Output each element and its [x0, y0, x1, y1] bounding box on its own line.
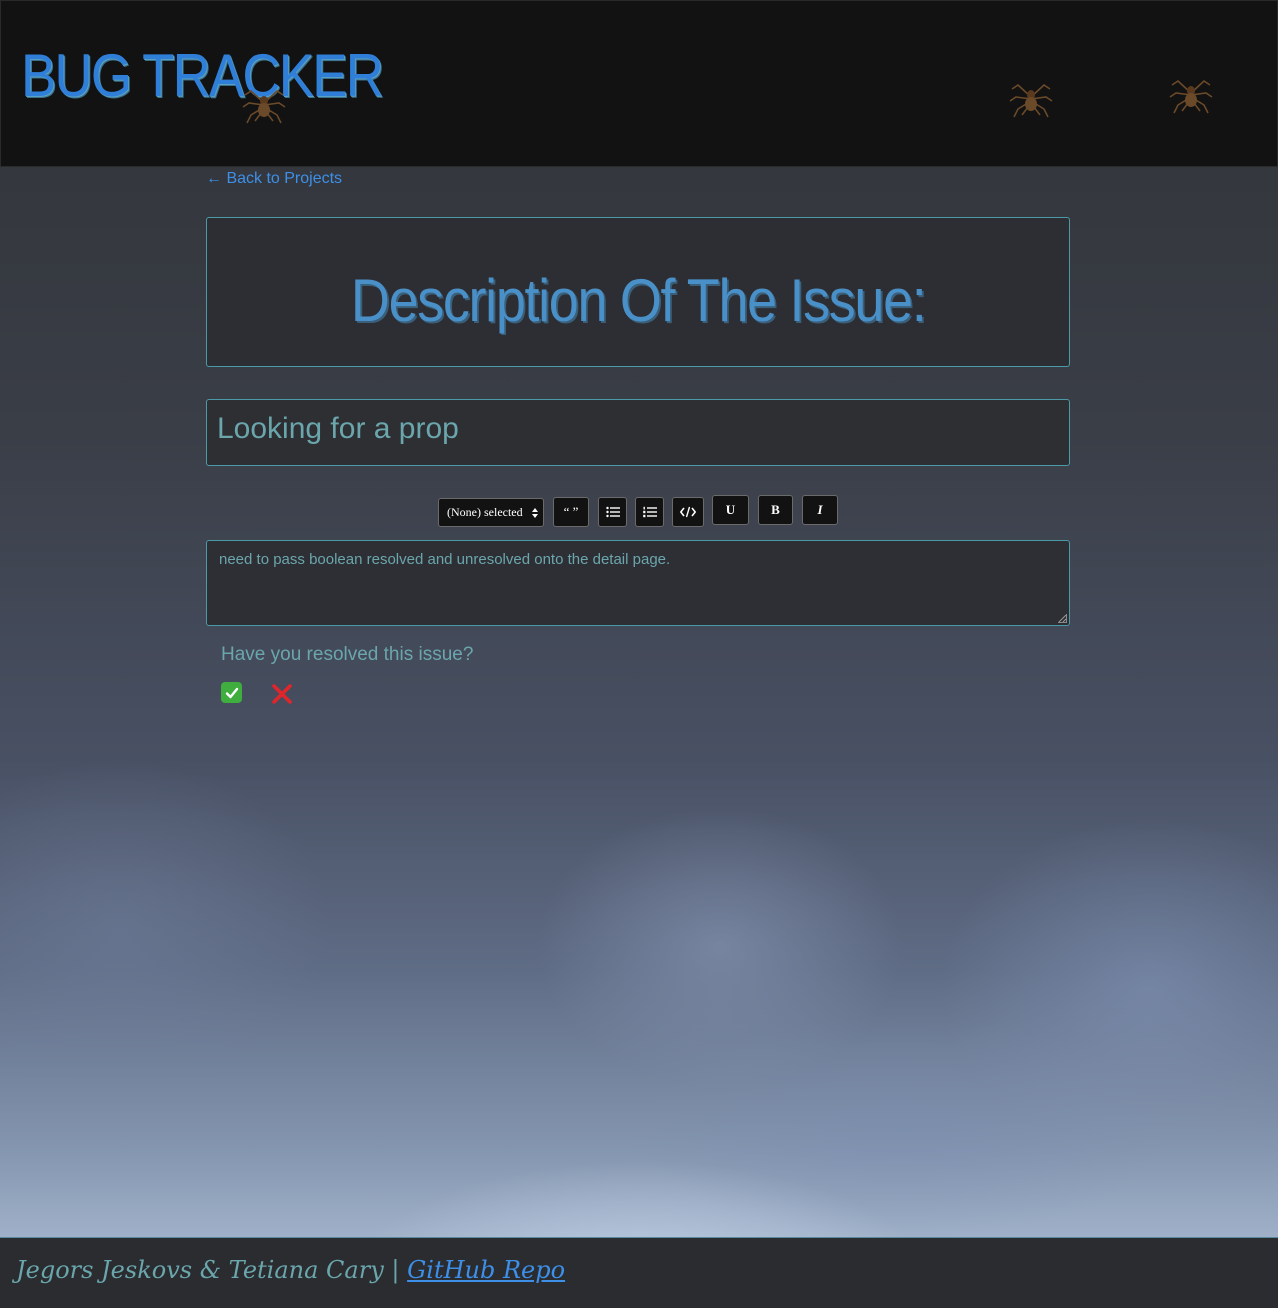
code-block-button[interactable]: [672, 497, 704, 527]
site-header: BUG TRACKER: [0, 0, 1278, 167]
italic-button[interactable]: I: [802, 495, 838, 525]
spider-icon: [242, 89, 286, 124]
italic-icon: I: [817, 502, 823, 517]
bullet-list-button[interactable]: [598, 497, 627, 527]
back-to-projects-link[interactable]: ← Back to Projects: [206, 170, 342, 188]
quote-icon: “ ”: [563, 504, 579, 519]
check-icon: [225, 687, 238, 698]
numbered-list-icon: [642, 506, 657, 518]
back-link-label: Back to Projects: [226, 170, 343, 187]
mark-unresolved-button[interactable]: [270, 682, 294, 706]
site-footer: Jegors Jeskovs & Tetiana Cary | GitHub R…: [0, 1237, 1278, 1308]
arrow-left-icon: ←: [206, 170, 222, 187]
heading-select[interactable]: (None) selected: [438, 498, 544, 527]
cross-icon: [272, 684, 292, 704]
mark-resolved-button[interactable]: [221, 682, 242, 703]
underline-button[interactable]: U: [712, 495, 749, 525]
resolved-question: Have you resolved this issue?: [221, 644, 474, 665]
brand-title: BUG TRACKER: [21, 42, 384, 109]
issue-heading-box: Description Of The Issue:: [206, 217, 1070, 367]
description-text: need to pass boolean resolved and unreso…: [219, 551, 671, 568]
resize-handle[interactable]: [1058, 614, 1067, 623]
bold-button[interactable]: B: [758, 495, 793, 525]
code-icon: [680, 506, 696, 518]
numbered-list-button[interactable]: [635, 497, 664, 527]
footer-authors: Jegors Jeskovs & Tetiana Cary |: [16, 1256, 408, 1284]
heading-select-value: (None) selected: [447, 505, 523, 519]
underline-icon: U: [725, 502, 736, 517]
page-title: Description Of The Issue:: [350, 266, 927, 334]
github-repo-link[interactable]: GitHub Repo: [407, 1256, 565, 1284]
issue-description-textarea[interactable]: need to pass boolean resolved and unreso…: [206, 540, 1070, 626]
blockquote-button[interactable]: “ ”: [553, 497, 589, 527]
issue-title-input[interactable]: Looking for a prop: [206, 399, 1070, 466]
select-arrows-icon: [532, 508, 538, 518]
bold-icon: B: [771, 502, 780, 517]
bullet-list-icon: [605, 506, 620, 518]
spider-icon: [1009, 83, 1053, 118]
spider-icon: [1169, 79, 1213, 114]
resize-grip-icon: [1058, 614, 1067, 623]
